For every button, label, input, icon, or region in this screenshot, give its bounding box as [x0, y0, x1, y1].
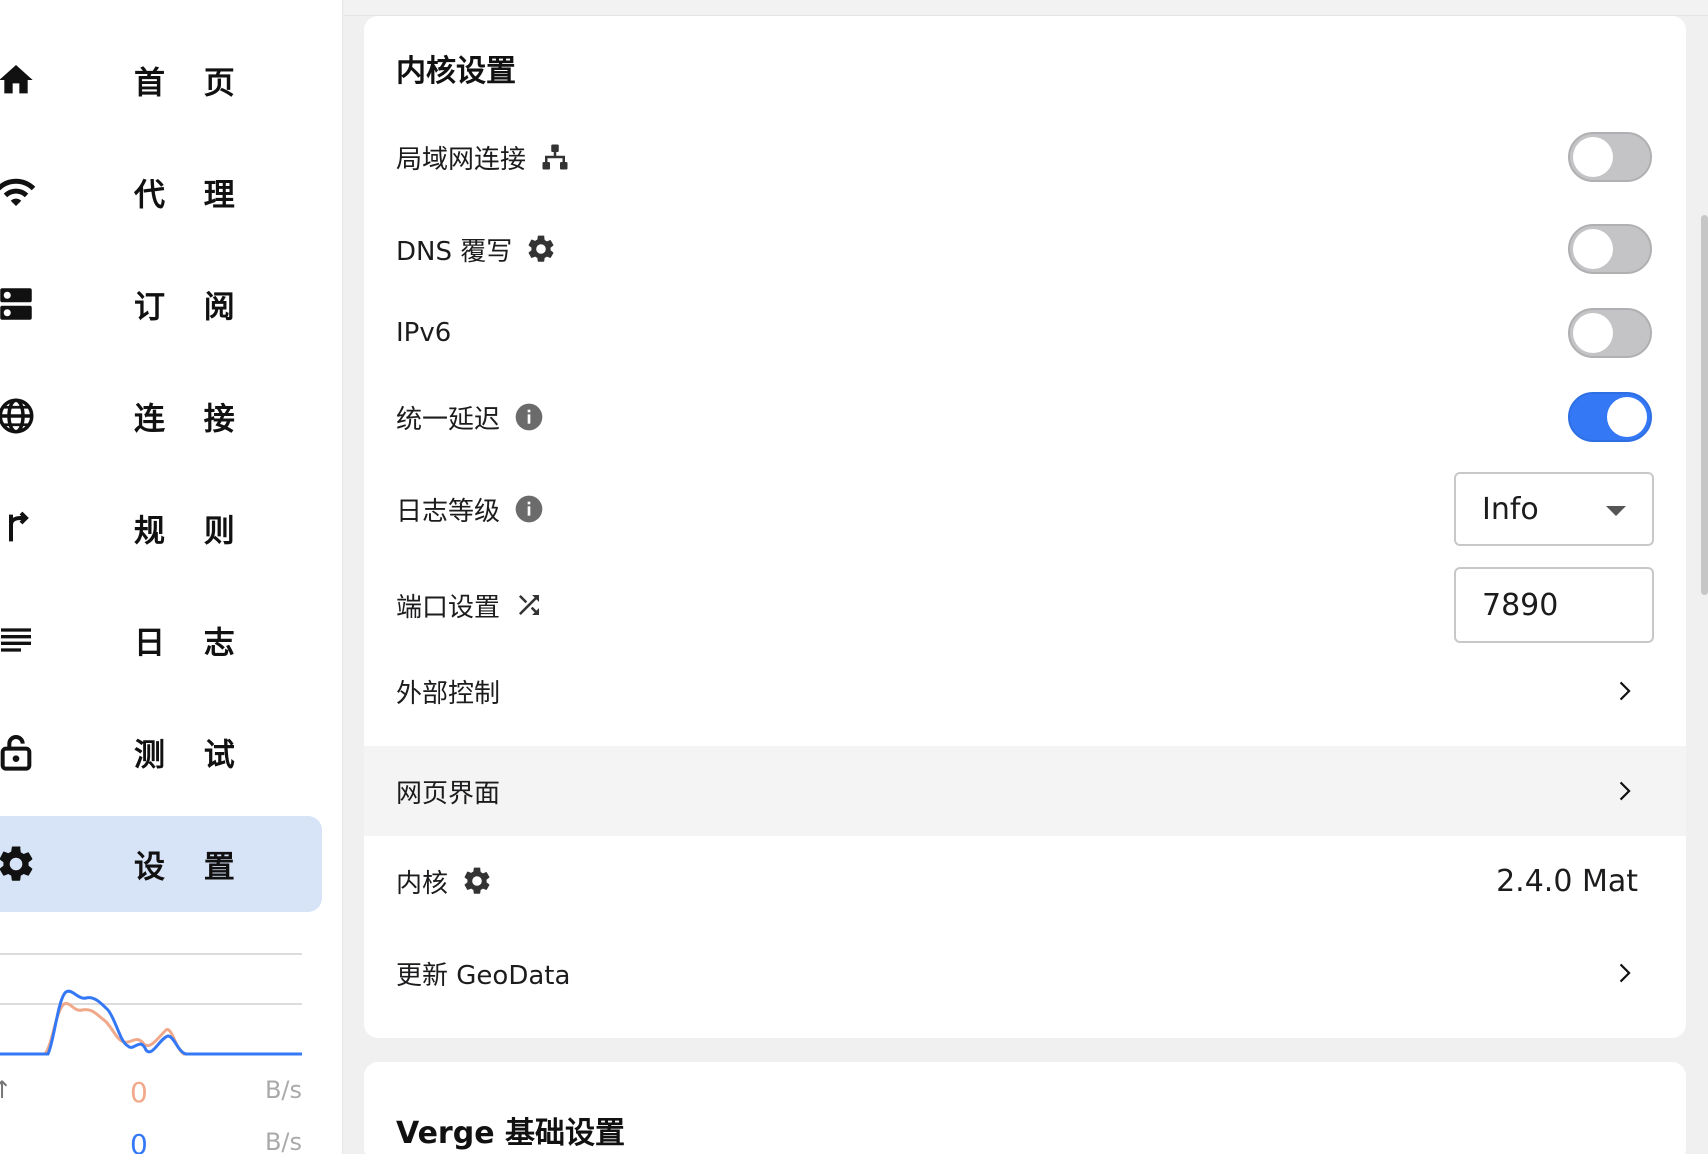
sidebar-item-label: 日 志	[134, 625, 249, 662]
sidebar-item-connections[interactable]: 连 接	[0, 368, 322, 464]
caret-down-icon	[1606, 506, 1626, 516]
ipv6-toggle[interactable]	[1568, 308, 1652, 358]
setting-label: 统一延迟	[396, 404, 501, 435]
setting-row-geodata[interactable]: 更新 GeoData	[364, 930, 1686, 1016]
sidebar-item-settings[interactable]: 设 置	[0, 816, 322, 912]
setting-row-unified-delay: 统一延迟	[364, 374, 1686, 460]
sidebar-item-label: 规 则	[134, 513, 249, 550]
sidebar-item-label: 连 接	[134, 401, 249, 438]
unified-delay-toggle[interactable]	[1568, 392, 1652, 442]
sidebar-item-rules[interactable]: 规 则	[0, 480, 322, 576]
gear-icon[interactable]	[460, 864, 494, 898]
gear-icon[interactable]	[524, 232, 558, 266]
select-value: Info	[1482, 491, 1539, 527]
upload-speed: ↑ 0 B/s	[0, 1076, 302, 1110]
sidebar-item-test[interactable]: 测 试	[0, 704, 322, 800]
sidebar-item-label: 测 试	[134, 737, 249, 774]
setting-row-log-level: 日志等级 Info	[364, 466, 1686, 552]
sidebar-item-label: 代 理	[134, 177, 249, 214]
scrollbar[interactable]	[1701, 215, 1708, 595]
lan-network-icon[interactable]	[538, 140, 572, 174]
chevron-right-icon	[1608, 774, 1642, 808]
setting-label: 网页界面	[396, 778, 501, 809]
lan-toggle[interactable]	[1568, 132, 1652, 182]
home-icon	[0, 58, 38, 102]
setting-label: 外部控制	[396, 678, 501, 709]
chevron-right-icon	[1608, 674, 1642, 708]
card-title: 内核设置	[396, 54, 516, 89]
log-level-select[interactable]: Info	[1454, 472, 1654, 546]
server-icon	[0, 282, 38, 326]
info-icon[interactable]	[512, 400, 546, 434]
download-speed: 0 B/s	[0, 1128, 302, 1154]
setting-row-port: 端口设置 7890	[364, 562, 1686, 648]
upload-value: 0	[130, 1076, 148, 1109]
upload-unit: B/s	[264, 1076, 302, 1104]
setting-row-external-control[interactable]: 外部控制	[364, 648, 1686, 734]
sidebar-item-subscription[interactable]: 订 阅	[0, 256, 322, 352]
toggle-knob	[1573, 229, 1613, 269]
sidebar-item-logs[interactable]: 日 志	[0, 592, 322, 688]
setting-label: 局域网连接	[396, 144, 527, 175]
upload-arrow-icon: ↑	[0, 1076, 13, 1104]
toggle-knob	[1607, 397, 1647, 437]
list-icon	[0, 618, 38, 662]
download-unit: B/s	[264, 1128, 302, 1154]
setting-label: 日志等级	[396, 496, 501, 527]
traffic-chart	[0, 953, 302, 1056]
setting-label: IPv6	[396, 318, 452, 348]
info-icon[interactable]	[512, 492, 546, 526]
sidebar-item-label: 订 阅	[134, 289, 249, 326]
sidebar-item-label: 首 页	[134, 65, 249, 102]
core-version: 2.4.0 Mat	[1496, 863, 1638, 899]
verge-settings-card: Verge 基础设置	[364, 1062, 1686, 1154]
wifi-icon	[0, 170, 38, 214]
traffic-graph: ↑ 0 B/s 0 B/s	[0, 946, 302, 1154]
sidebar: 首 页 代 理 订 阅 连 接 规 则 日 志 测 试 设 置 ↑ 0 B/s …	[0, 0, 343, 1154]
download-value: 0	[130, 1128, 148, 1154]
fork-icon	[0, 506, 38, 550]
setting-label: 端口设置	[396, 592, 501, 623]
setting-label: 更新 GeoData	[396, 960, 571, 991]
setting-row-web-ui[interactable]: 网页界面	[364, 746, 1686, 836]
shuffle-icon[interactable]	[512, 588, 546, 622]
chevron-right-icon	[1608, 956, 1642, 990]
sidebar-item-label: 设 置	[134, 849, 249, 886]
toggle-knob	[1573, 313, 1613, 353]
lock-icon	[0, 730, 38, 774]
core-settings-card: 内核设置 局域网连接 DNS 覆写 IPv6 统一延迟 日志等级 Info 端口…	[364, 16, 1686, 1038]
globe-icon	[0, 394, 38, 438]
dns-toggle[interactable]	[1568, 224, 1652, 274]
toggle-knob	[1573, 137, 1613, 177]
top-strip	[344, 0, 1708, 16]
setting-row-dns: DNS 覆写	[364, 206, 1686, 292]
gear-icon	[0, 842, 38, 886]
setting-row-ipv6: IPv6	[364, 290, 1686, 376]
setting-label: DNS 覆写	[396, 236, 513, 267]
setting-label: 内核	[396, 868, 449, 899]
setting-row-core: 内核 2.4.0 Mat	[364, 838, 1686, 924]
port-input[interactable]: 7890	[1454, 567, 1654, 643]
sidebar-item-home[interactable]: 首 页	[0, 32, 322, 128]
setting-row-lan: 局域网连接	[364, 114, 1686, 200]
sidebar-item-proxy[interactable]: 代 理	[0, 144, 322, 240]
card-title: Verge 基础设置	[396, 1116, 625, 1151]
